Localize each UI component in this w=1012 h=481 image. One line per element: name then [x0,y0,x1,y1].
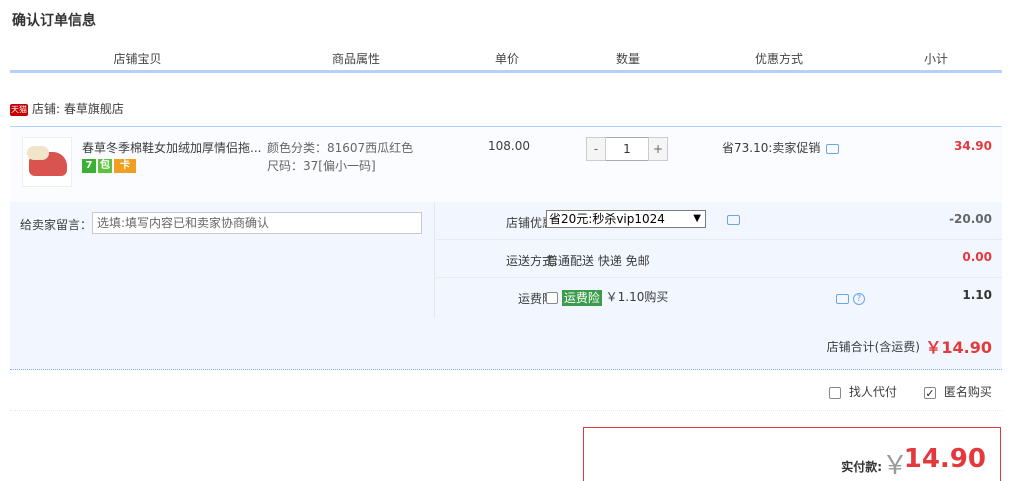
anonymous-label: 匿名购买 [943,385,992,399]
order-item: 春草冬季棉鞋女加绒加厚情侣拖... 7包卡 颜色分类：81607西瓜红色 尺码：… [10,126,1002,202]
anonymous-checkbox[interactable] [924,386,936,399]
question-icon[interactable]: ? [852,292,865,305]
product-name-link[interactable]: 春草冬季棉鞋女加绒加厚情侣拖... [82,139,267,156]
header-divider [10,70,1002,73]
quantity-input[interactable]: 1 [606,137,648,161]
proxy-pay-option[interactable]: 找人代付 [829,384,897,400]
header-subtotal: 小计 [923,52,948,66]
order-options: 给卖家留言： 选填:填写内容已和卖家协商确认 店铺优惠: 省20元:秒杀vip1… [10,202,1002,318]
insurance-price: ￥1.10购买 [605,290,669,304]
insurance-row: 运费险: 运费险 ￥1.10购买 ? 1.10 [436,278,1002,316]
insurance-option: 运费险 ￥1.10购买 [546,288,668,306]
table-header: 店铺宝贝 商品属性 单价 数量 优惠方式 小计 [10,50,1002,70]
shop-total-row: 店铺合计(含运费) ￥14.90 [10,318,1002,370]
memo-panel: 给卖家留言： 选填:填写内容已和卖家协商确认 [10,202,435,318]
header-attributes: 商品属性 [331,52,380,66]
unit-price: 108.00 [488,139,530,153]
shop-total-label: 店铺合计(含运费) [826,340,920,354]
shop-name[interactable]: 店铺: 春草旗舰店 [32,102,124,116]
item-subtotal: 34.90 [954,139,992,153]
divider [10,410,1002,411]
insurance-checkbox[interactable] [546,291,558,304]
memo-label: 给卖家留言： [20,218,93,232]
header-discount: 优惠方式 [754,52,803,66]
chevron-down-icon: ▼ [693,213,701,224]
credit-card-icon[interactable]: 卡 [114,159,136,173]
seven-day-return-icon[interactable]: 7 [82,159,96,173]
shipping-row: 运送方式: 普通配送 快递 免邮 0.00 [436,240,1002,278]
insurance-amount: 1.10 [962,288,992,302]
decrease-qty-button[interactable]: - [586,137,606,161]
payment-label: 实付款: [841,460,882,474]
anonymous-option[interactable]: 匿名购买 [924,384,992,400]
attr-color: 颜色分类：81607西瓜红色 [267,141,414,155]
shoe-lining [27,146,49,160]
service-badges: 7包卡 [82,157,138,173]
header-quantity: 数量 [615,52,640,66]
payment-amount: 14.90 [903,444,986,474]
promotion-info: 省73.10:卖家促销 [722,139,840,156]
header-unit-price: 单价 [494,52,519,66]
shop-discount-amount: -20.00 [949,212,992,226]
increase-qty-button[interactable]: + [648,137,668,161]
page-title: 确认订单信息 [12,13,96,29]
chat-bubble-icon[interactable] [836,293,849,304]
chat-bubble-icon[interactable] [727,215,740,225]
shop-discount-select[interactable]: 省20元:秒杀vip1024 ▼ [546,210,706,228]
seller-memo-input[interactable]: 选填:填写内容已和卖家协商确认 [92,212,422,234]
promotion-text: 省73.10:卖家促销 [722,141,821,155]
shipping-amount: 0.00 [962,250,992,264]
quantity-stepper: - 1 + [586,137,668,161]
tmall-icon: 天猫 [10,103,28,116]
insurance-help: ? [836,291,865,305]
shop-total-amount: ￥14.90 [925,338,992,357]
guarantee-icon[interactable]: 包 [98,159,112,173]
chat-bubble-icon[interactable] [826,143,840,154]
shop-discount-selected: 省20元:秒杀vip1024 [549,212,665,226]
header-shop-item: 店铺宝贝 [113,52,162,66]
proxy-pay-label: 找人代付 [848,385,897,399]
proxy-pay-checkbox[interactable] [829,386,841,399]
product-thumbnail[interactable] [22,137,72,187]
shop-row: 天猫 店铺: 春草旗舰店 [10,100,124,118]
shipping-method: 普通配送 快递 免邮 [546,254,650,268]
insurance-tag: 运费险 [561,289,602,306]
payment-summary: 实付款: ￥ 14.90 [583,427,1001,481]
shop-discount-row: 店铺优惠: 省20元:秒杀vip1024 ▼ -20.00 [436,202,1002,240]
attr-size: 尺码：37[偏小一码] [267,159,376,173]
